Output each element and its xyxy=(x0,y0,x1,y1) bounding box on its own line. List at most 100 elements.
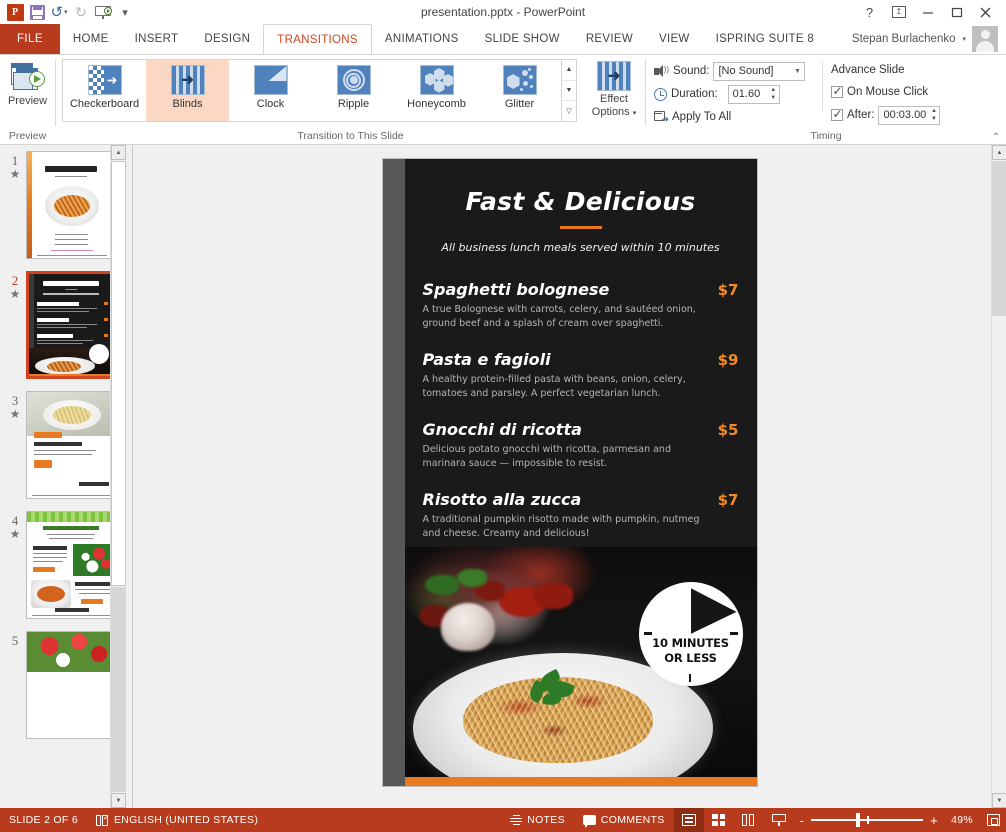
slide-count[interactable]: SLIDE 2 OF 6 xyxy=(0,808,87,832)
canvas-scroll-up-icon[interactable]: ▲ xyxy=(992,145,1006,160)
gallery-scroll-down-icon[interactable]: ▼ xyxy=(562,80,577,102)
ribbon-display-options-icon[interactable]: ↥ xyxy=(884,0,913,24)
thumbnail-scroll-up-icon[interactable]: ▲ xyxy=(111,145,126,160)
zoom-level[interactable]: 49% xyxy=(944,814,980,826)
zoom-handle[interactable] xyxy=(856,813,860,827)
transition-glitter[interactable]: Glitter xyxy=(478,60,561,121)
fit-slide-to-window-button[interactable] xyxy=(980,808,1006,832)
on-mouse-click-label: On Mouse Click xyxy=(847,86,929,98)
thumbnail-number: 2 xyxy=(11,273,19,288)
avatar[interactable] xyxy=(972,26,998,52)
view-reading-button[interactable] xyxy=(734,808,764,832)
redo-icon[interactable]: ↻ xyxy=(70,2,92,22)
thumbnail-preview xyxy=(29,274,115,376)
transition-star-icon[interactable]: ★ xyxy=(4,288,26,300)
zoom-slider[interactable]: - + xyxy=(794,813,945,827)
canvas-scroll-thumb[interactable] xyxy=(992,161,1006,316)
thumbnail-frame[interactable] xyxy=(26,631,118,739)
thumbnail-frame[interactable] xyxy=(26,511,118,619)
user-account-area[interactable]: Stepan Burlachenko ▾ xyxy=(852,24,1006,54)
fit-to-window-icon xyxy=(986,814,1000,826)
transition-blinds[interactable]: ➜ Blinds xyxy=(146,60,230,121)
after-down-icon[interactable]: ▼ xyxy=(928,115,939,124)
tab-slide-show[interactable]: SLIDE SHOW xyxy=(472,24,573,54)
basil-garnish xyxy=(525,668,579,711)
collapse-ribbon-icon[interactable]: ⌃ xyxy=(992,132,1000,143)
thumbnail-scroll-thumb[interactable] xyxy=(111,161,126,586)
after-checkbox[interactable] xyxy=(831,107,843,121)
menu-item-price: $7 xyxy=(717,280,739,299)
transition-star-icon[interactable]: ★ xyxy=(4,408,26,420)
sound-select[interactable]: [No Sound] ▼ xyxy=(713,61,806,81)
tab-view[interactable]: VIEW xyxy=(646,24,703,54)
menu-item-description: A healthy protein-filled pasta with bean… xyxy=(422,373,686,399)
close-icon[interactable] xyxy=(971,0,1000,24)
after-up-icon[interactable]: ▲ xyxy=(928,107,939,116)
zoom-track[interactable] xyxy=(811,813,924,827)
apply-to-all-label[interactable]: Apply To All xyxy=(672,111,731,123)
duration-label: Duration: xyxy=(671,88,718,100)
tab-animations[interactable]: ANIMATIONS xyxy=(372,24,472,54)
ribbon-group-preview-label: Preview xyxy=(8,130,47,142)
canvas-scroll-down-icon[interactable]: ▼ xyxy=(992,793,1006,808)
preview-button[interactable]: Preview xyxy=(2,59,54,107)
duration-up-icon[interactable]: ▲ xyxy=(768,86,779,95)
start-slideshow-icon[interactable] xyxy=(92,2,114,22)
undo-icon[interactable]: ↺ ▾ xyxy=(48,2,70,22)
after-spinner[interactable]: 00:03.00 ▲ ▼ xyxy=(878,105,941,125)
slide-subtitle[interactable]: All business lunch meals served within 1… xyxy=(405,241,757,254)
menu-item[interactable]: Spaghetti bolognese $7 A true Bolognese … xyxy=(423,280,739,331)
gallery-scroll-up-icon[interactable]: ▲ xyxy=(562,60,577,81)
menu-item[interactable]: Gnocchi di ricotta $5 Delicious potato g… xyxy=(423,420,739,471)
status-bar-right: NOTES COMMENTS - + 49% xyxy=(501,808,1006,832)
after-value: 00:03.00 xyxy=(883,109,927,121)
thumbnail-scrollbar[interactable]: ▲ ▼ xyxy=(110,145,126,808)
language-indicator[interactable]: ✓ ENGLISH (UNITED STATES) xyxy=(87,808,267,832)
customize-qat-icon[interactable]: ▾ xyxy=(114,2,136,22)
transition-checkerboard[interactable]: ➜ Checkerboard xyxy=(63,60,146,121)
help-icon[interactable]: ? xyxy=(855,0,884,24)
transition-clock[interactable]: Clock xyxy=(229,60,312,121)
menu-item[interactable]: Risotto alla zucca $7 A traditional pump… xyxy=(423,490,739,541)
restore-icon[interactable] xyxy=(942,0,971,24)
thumbnail-scroll-track[interactable] xyxy=(111,587,126,792)
zoom-out-button[interactable]: - xyxy=(800,814,805,827)
gallery-more-icon[interactable]: ▽ xyxy=(562,101,577,122)
comments-button[interactable]: COMMENTS xyxy=(574,808,674,832)
slide-frame[interactable]: Fast & Delicious All business lunch meal… xyxy=(382,159,757,786)
slide-title[interactable]: Fast & Delicious xyxy=(405,159,757,216)
thumbnail-number: 4 xyxy=(11,513,19,528)
tab-design[interactable]: DESIGN xyxy=(191,24,263,54)
zoom-in-button[interactable]: + xyxy=(930,814,938,827)
transition-star-icon[interactable]: ★ xyxy=(4,528,26,540)
tab-review[interactable]: REVIEW xyxy=(573,24,646,54)
effect-options-button[interactable]: ➜ Effect Options ▾ xyxy=(583,59,645,120)
on-mouse-click-checkbox[interactable] xyxy=(831,84,843,98)
tab-ispring-suite-8[interactable]: ISPRING SUITE 8 xyxy=(703,24,827,54)
duration-down-icon[interactable]: ▼ xyxy=(768,94,779,103)
transition-star-icon[interactable]: ★ xyxy=(4,168,26,180)
notes-button[interactable]: NOTES xyxy=(501,808,574,832)
thumbnail-frame[interactable] xyxy=(26,151,118,259)
view-normal-button[interactable] xyxy=(673,808,704,832)
ten-minutes-badge[interactable]: 10 MINUTES OR LESS xyxy=(638,582,743,686)
menu-item[interactable]: Pasta e fagioli $9 A healthy protein-fil… xyxy=(423,350,739,401)
tab-file[interactable]: FILE xyxy=(0,24,60,54)
save-icon[interactable] xyxy=(26,2,48,22)
thumbnail-scroll-down-icon[interactable]: ▼ xyxy=(111,793,126,808)
tab-insert[interactable]: INSERT xyxy=(122,24,192,54)
gallery-scrollbar[interactable]: ▲ ▼ ▽ xyxy=(562,59,578,122)
user-menu-chevron-icon[interactable]: ▾ xyxy=(962,35,966,43)
canvas-scrollbar[interactable]: ▲ ▼ xyxy=(991,145,1006,808)
view-slide-show-button[interactable] xyxy=(764,808,794,832)
minimize-icon[interactable] xyxy=(913,0,942,24)
duration-spinner[interactable]: 01.60 ▲ ▼ xyxy=(727,84,780,104)
tab-transitions[interactable]: TRANSITIONS xyxy=(263,24,372,54)
transition-honeycomb[interactable]: Honeycomb xyxy=(395,60,478,121)
tab-home[interactable]: HOME xyxy=(60,24,122,54)
view-slide-sorter-button[interactable] xyxy=(704,808,734,832)
transition-ripple[interactable]: Ripple xyxy=(312,60,395,121)
thumbnail-frame-selected[interactable] xyxy=(26,271,118,379)
thumbnail-frame[interactable] xyxy=(26,391,118,499)
sound-chevron-down-icon[interactable]: ▼ xyxy=(790,68,804,75)
